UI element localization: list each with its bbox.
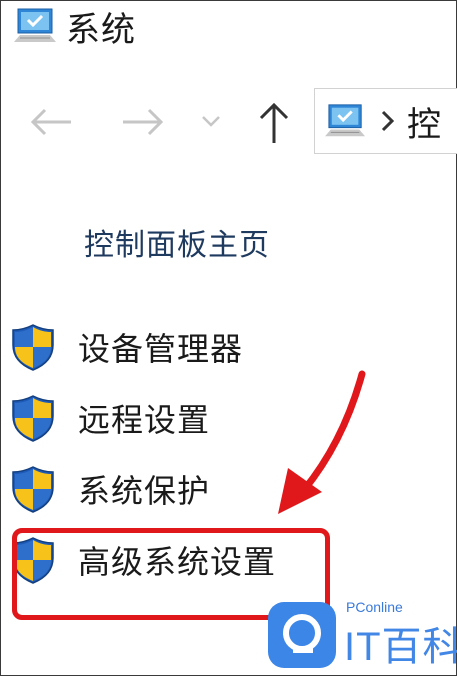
address-breadcrumb-text[interactable]: 控 [407,97,441,146]
recent-locations-button[interactable] [198,108,224,134]
uac-shield-icon [12,395,54,442]
watermark-text: IT百科 [344,625,457,669]
computer-icon [14,8,56,42]
uac-shield-icon [12,324,54,371]
back-button[interactable] [26,100,76,144]
link-label: 设备管理器 [78,330,244,368]
system-protection-link[interactable]: 系统保护 [10,464,276,514]
chevron-down-icon [202,116,220,127]
address-bar[interactable]: 控 [314,88,457,154]
forward-button[interactable] [118,100,168,144]
device-manager-link[interactable]: 设备管理器 [10,322,276,372]
uac-shield-icon [12,466,54,513]
window-title-bar: 系统 [12,4,136,50]
watermark-logo-icon [268,602,336,668]
arrow-left-icon [30,108,71,136]
computer-icon [325,104,365,137]
link-label: 系统保护 [78,472,211,510]
annotation-arrow-icon [278,370,366,514]
window-title: 系统 [66,9,136,50]
arrow-up-icon [259,102,289,143]
remote-settings-link[interactable]: 远程设置 [10,393,276,443]
up-button[interactable] [252,98,296,148]
arrow-right-icon [123,108,164,136]
link-label: 远程设置 [78,401,211,439]
watermark-brand: PConline [346,599,403,615]
chevron-right-icon[interactable] [379,108,397,134]
control-panel-home-link[interactable]: 控制面板主页 [84,220,270,264]
